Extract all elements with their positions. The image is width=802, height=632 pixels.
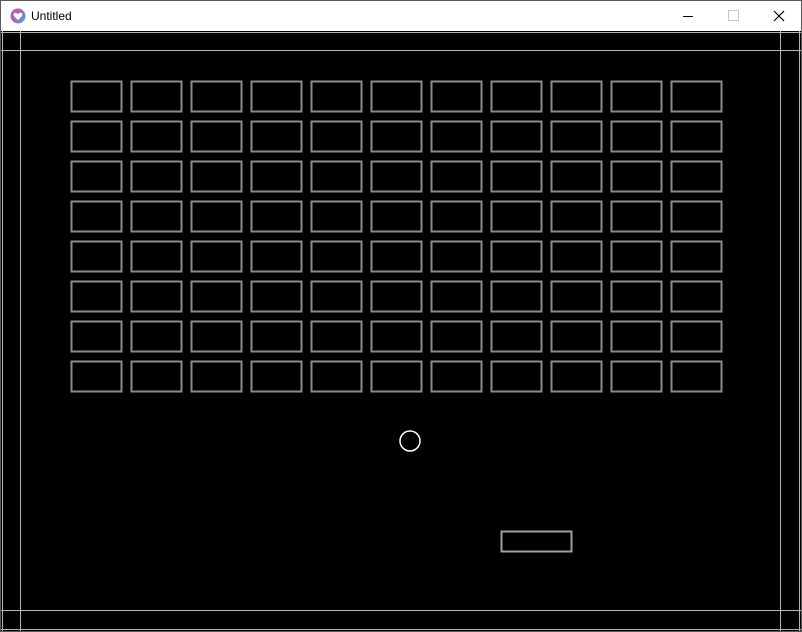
game-scene [1,31,801,631]
window-title: Untitled [31,9,72,23]
app-window: Untitled [0,0,802,632]
maximize-button[interactable] [711,1,757,31]
app-heart-icon [10,8,26,24]
title-bar[interactable]: Untitled [1,1,801,31]
game-canvas[interactable] [1,31,801,631]
close-icon [773,10,785,22]
maximize-icon [728,10,739,21]
minimize-icon [683,16,693,17]
close-button[interactable] [757,1,802,31]
minimize-button[interactable] [665,1,711,31]
